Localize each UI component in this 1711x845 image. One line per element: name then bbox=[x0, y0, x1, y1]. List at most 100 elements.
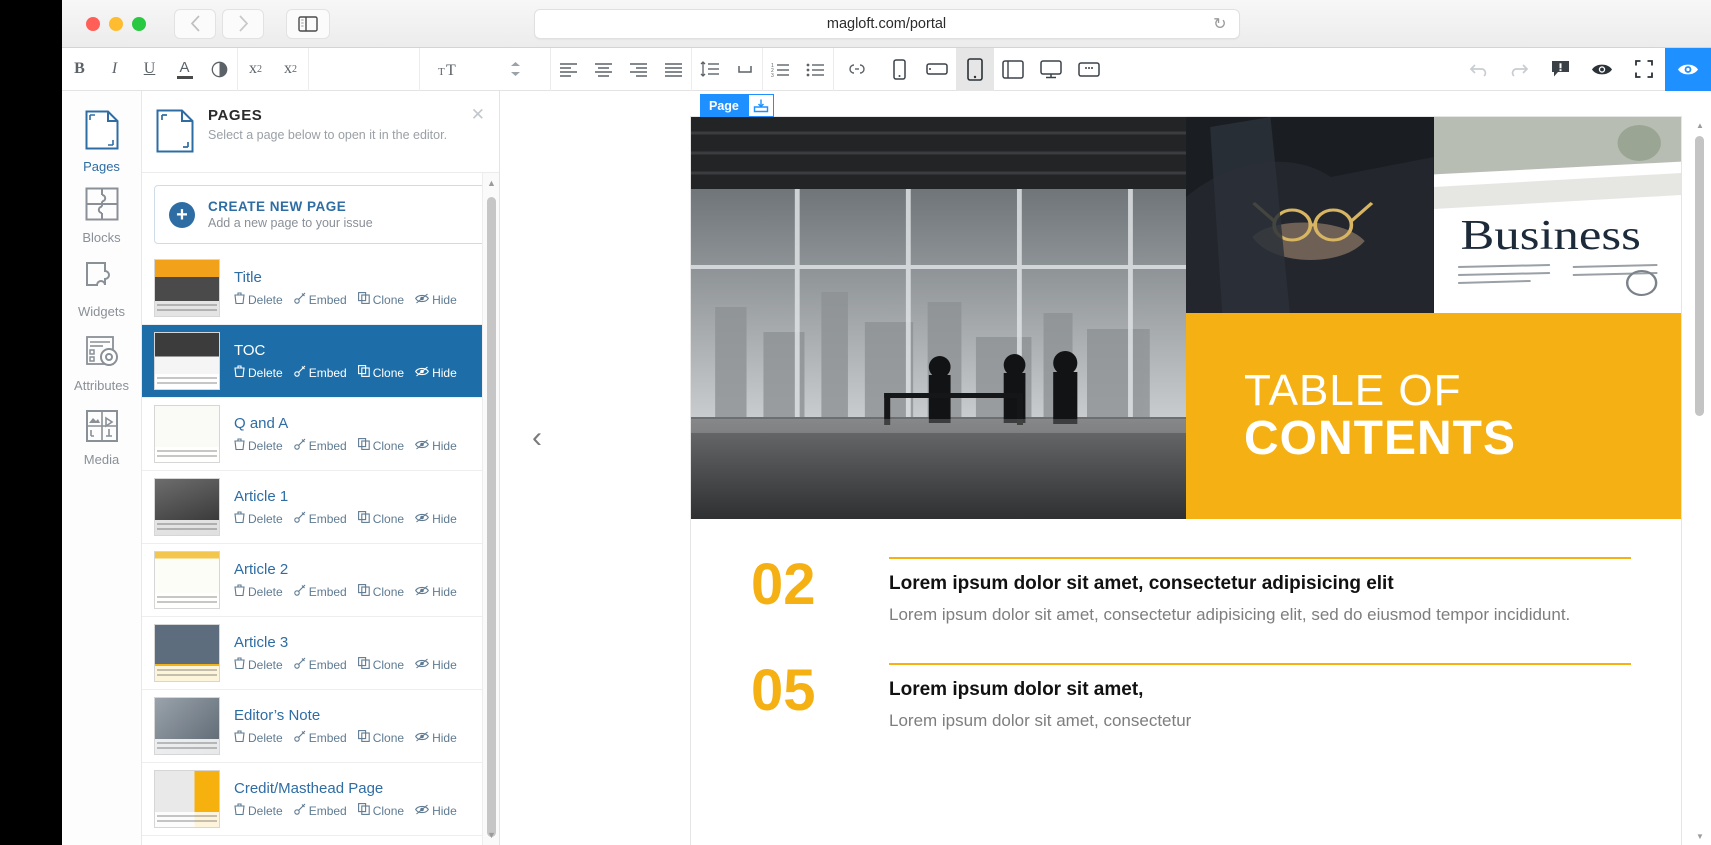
underline-icon[interactable]: U bbox=[132, 48, 167, 91]
font-size-icon[interactable]: T T bbox=[420, 48, 480, 91]
table-row[interactable]: TitleDeleteEmbedCloneHide bbox=[142, 252, 499, 325]
page-thumbnail[interactable] bbox=[154, 697, 220, 755]
address-bar[interactable]: magloft.com/portal ↻ bbox=[534, 9, 1240, 39]
stepper-updown-icon[interactable] bbox=[480, 48, 550, 91]
hide-button[interactable]: Hide bbox=[415, 803, 457, 818]
ordered-list-icon[interactable]: 1 2 3 bbox=[763, 48, 798, 91]
delete-button[interactable]: Delete bbox=[234, 803, 283, 818]
phone-landscape-icon[interactable] bbox=[918, 48, 956, 91]
delete-button[interactable]: Delete bbox=[234, 438, 283, 453]
page-tab[interactable]: Page bbox=[700, 94, 774, 117]
back-button[interactable] bbox=[174, 9, 216, 39]
table-row[interactable]: Article 3DeleteEmbedCloneHide bbox=[142, 617, 499, 690]
sidebar-toggle-icon[interactable] bbox=[286, 9, 330, 39]
hide-button[interactable]: Hide bbox=[415, 584, 457, 599]
embed-button[interactable]: Embed bbox=[294, 730, 347, 745]
pages-list-scroll[interactable]: + CREATE NEW PAGE Add a new page to your… bbox=[142, 173, 499, 845]
clone-button[interactable]: Clone bbox=[358, 292, 404, 307]
scrollbar-thumb[interactable] bbox=[1695, 136, 1704, 416]
clone-button[interactable]: Clone bbox=[358, 730, 404, 745]
align-center-icon[interactable] bbox=[586, 48, 621, 91]
delete-button[interactable]: Delete bbox=[234, 365, 283, 380]
delete-button[interactable]: Delete bbox=[234, 584, 283, 599]
link-icon[interactable] bbox=[834, 48, 880, 91]
align-left-icon[interactable] bbox=[551, 48, 586, 91]
delete-button[interactable]: Delete bbox=[234, 730, 283, 745]
page-canvas[interactable]: Business bbox=[690, 116, 1682, 845]
fullscreen-icon[interactable] bbox=[1623, 48, 1665, 91]
page-thumbnail[interactable] bbox=[154, 551, 220, 609]
hide-button[interactable]: Hide bbox=[415, 511, 457, 526]
superscript-icon[interactable]: x2 bbox=[238, 48, 273, 91]
close-window-button[interactable] bbox=[86, 17, 100, 31]
tablet-landscape-icon[interactable] bbox=[994, 48, 1032, 91]
desktop-icon[interactable] bbox=[1032, 48, 1070, 91]
page-thumbnail[interactable] bbox=[154, 259, 220, 317]
eye-highlight-icon[interactable] bbox=[1665, 48, 1711, 91]
close-icon[interactable]: ✕ bbox=[471, 105, 485, 125]
minimize-window-button[interactable] bbox=[109, 17, 123, 31]
scroll-down-arrow-icon[interactable]: ▼ bbox=[1693, 829, 1707, 843]
reload-icon[interactable]: ↻ bbox=[1213, 14, 1226, 34]
sidebar-item-media[interactable]: Media bbox=[62, 401, 141, 475]
comment-alert-icon[interactable] bbox=[1539, 48, 1581, 91]
maximize-window-button[interactable] bbox=[132, 17, 146, 31]
pages-panel-scrollbar[interactable]: ▲ ▼ bbox=[482, 173, 499, 845]
delete-button[interactable]: Delete bbox=[234, 657, 283, 672]
toc-entry[interactable]: 02Lorem ipsum dolor sit amet, consectetu… bbox=[751, 557, 1631, 627]
eye-icon[interactable] bbox=[1581, 48, 1623, 91]
create-new-page-button[interactable]: + CREATE NEW PAGE Add a new page to your… bbox=[154, 185, 487, 244]
delete-button[interactable]: Delete bbox=[234, 511, 283, 526]
page-thumbnail[interactable] bbox=[154, 770, 220, 828]
align-right-icon[interactable] bbox=[621, 48, 656, 91]
chevron-left-icon[interactable]: ‹ bbox=[532, 421, 542, 455]
undo-icon[interactable] bbox=[1459, 48, 1499, 91]
clone-button[interactable]: Clone bbox=[358, 365, 404, 380]
sidebar-item-blocks[interactable]: Blocks bbox=[62, 179, 141, 253]
bold-icon[interactable]: B bbox=[62, 48, 97, 91]
contrast-icon[interactable] bbox=[202, 48, 237, 91]
scroll-up-arrow-icon[interactable]: ▲ bbox=[1693, 118, 1707, 132]
clone-button[interactable]: Clone bbox=[358, 438, 404, 453]
embed-button[interactable]: Embed bbox=[294, 292, 347, 307]
embed-button[interactable]: Embed bbox=[294, 365, 347, 380]
delete-button[interactable]: Delete bbox=[234, 292, 283, 307]
table-row[interactable]: Editor’s NoteDeleteEmbedCloneHide bbox=[142, 690, 499, 763]
bullet-list-icon[interactable] bbox=[798, 48, 833, 91]
embed-button[interactable]: Embed bbox=[294, 657, 347, 672]
hide-button[interactable]: Hide bbox=[415, 730, 457, 745]
hide-button[interactable]: Hide bbox=[415, 657, 457, 672]
table-row[interactable]: Credit/Masthead PageDeleteEmbedCloneHide bbox=[142, 763, 499, 836]
preview-scrollbar[interactable]: ▲ ▼ bbox=[1693, 116, 1707, 845]
clone-button[interactable]: Clone bbox=[358, 584, 404, 599]
align-justify-icon[interactable] bbox=[656, 48, 691, 91]
embed-button[interactable]: Embed bbox=[294, 584, 347, 599]
sidebar-item-pages[interactable]: Pages bbox=[62, 105, 141, 179]
table-row[interactable]: TOCDeleteEmbedCloneHide bbox=[142, 325, 499, 398]
hide-button[interactable]: Hide bbox=[415, 292, 457, 307]
scroll-down-arrow-icon[interactable]: ▼ bbox=[483, 827, 499, 843]
phone-portrait-icon[interactable] bbox=[880, 48, 918, 91]
widescreen-icon[interactable] bbox=[1070, 48, 1108, 91]
toc-entry[interactable]: 05Lorem ipsum dolor sit amet,Lorem ipsum… bbox=[751, 663, 1631, 733]
redo-icon[interactable] bbox=[1499, 48, 1539, 91]
text-color-icon[interactable]: A bbox=[167, 48, 202, 91]
hide-button[interactable]: Hide bbox=[415, 365, 457, 380]
subscript-icon[interactable]: x2 bbox=[273, 48, 308, 91]
clone-button[interactable]: Clone bbox=[358, 657, 404, 672]
table-row[interactable]: Q and ADeleteEmbedCloneHide bbox=[142, 398, 499, 471]
forward-button[interactable] bbox=[222, 9, 264, 39]
scroll-up-arrow-icon[interactable]: ▲ bbox=[483, 175, 499, 191]
page-thumbnail[interactable] bbox=[154, 624, 220, 682]
table-row[interactable]: Article 2DeleteEmbedCloneHide bbox=[142, 544, 499, 617]
line-height-icon[interactable] bbox=[692, 48, 727, 91]
table-row[interactable]: Article 1DeleteEmbedCloneHide bbox=[142, 471, 499, 544]
embed-button[interactable]: Embed bbox=[294, 511, 347, 526]
sidebar-item-attributes[interactable]: Attributes bbox=[62, 327, 141, 401]
page-thumbnail[interactable] bbox=[154, 478, 220, 536]
tablet-portrait-icon[interactable] bbox=[956, 48, 994, 91]
clone-button[interactable]: Clone bbox=[358, 803, 404, 818]
sidebar-item-widgets[interactable]: Widgets bbox=[62, 253, 141, 327]
indent-icon[interactable] bbox=[727, 48, 762, 91]
page-thumbnail[interactable] bbox=[154, 405, 220, 463]
